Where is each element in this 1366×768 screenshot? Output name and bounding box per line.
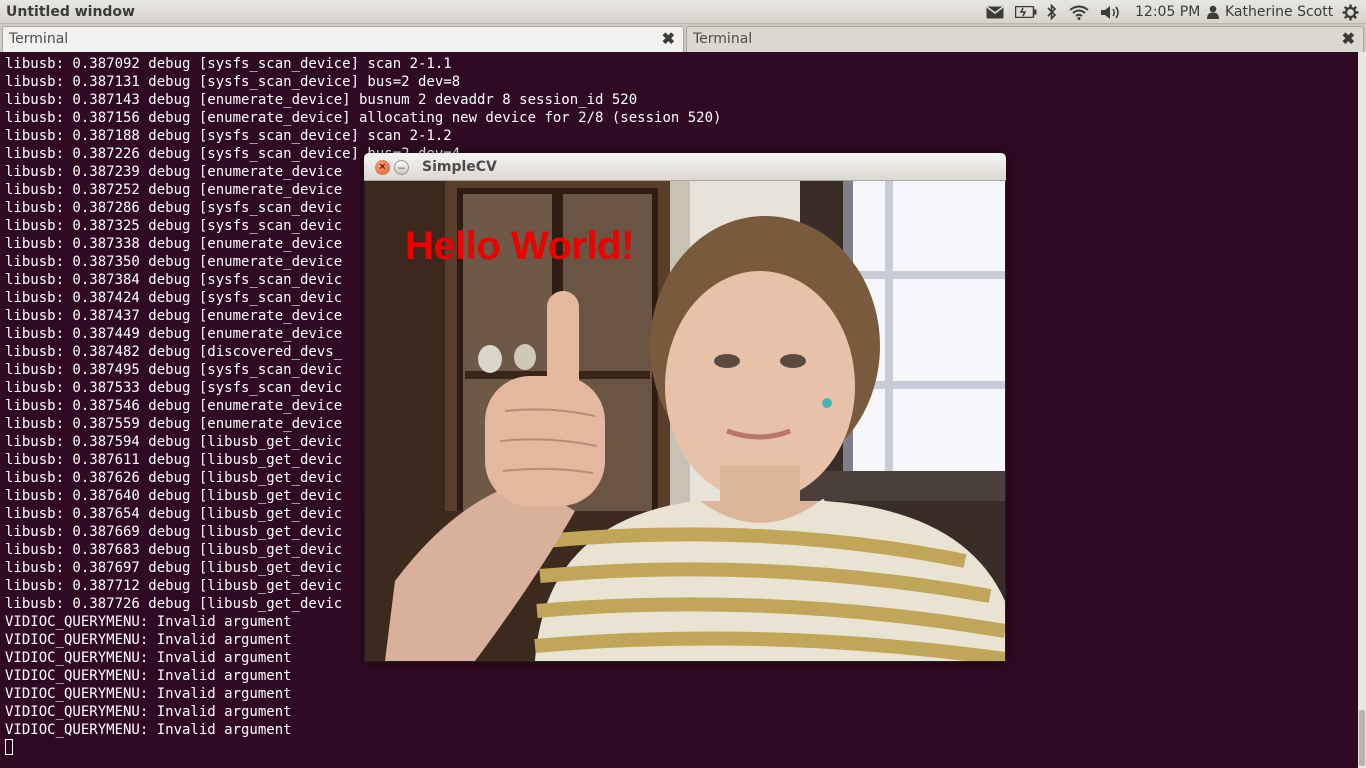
user-icon: [1206, 3, 1220, 21]
camera-frame: Hello World!: [365, 181, 1005, 661]
wifi-icon[interactable]: [1068, 3, 1090, 21]
close-icon[interactable]: ✖: [662, 29, 675, 49]
terminal-line: libusb: 0.387188 debug [sysfs_scan_devic…: [5, 128, 452, 144]
scrollbar[interactable]: [1358, 52, 1366, 768]
terminal-line: libusb: 0.387092 debug [sysfs_scan_devic…: [5, 56, 452, 72]
tab-label: Terminal: [9, 31, 69, 47]
user-menu[interactable]: Katherine Scott: [1225, 4, 1333, 20]
tab-terminal-1[interactable]: Terminal ✖: [2, 26, 684, 52]
cursor: [5, 739, 13, 755]
close-icon[interactable]: ✖: [1342, 29, 1355, 49]
window-title: Untitled window: [6, 4, 135, 20]
terminal-line: VIDIOC_QUERYMENU: Invalid argument: [5, 722, 292, 738]
terminal-line: libusb: 0.387131 debug [sysfs_scan_devic…: [5, 74, 461, 90]
volume-icon[interactable]: [1100, 3, 1122, 21]
gear-icon[interactable]: [1340, 3, 1360, 21]
terminal-line: VIDIOC_QUERYMENU: Invalid argument: [5, 704, 292, 720]
tab-label: Terminal: [693, 31, 753, 47]
minimize-icon[interactable]: –: [394, 160, 409, 175]
terminal-line: VIDIOC_QUERYMENU: Invalid argument: [5, 668, 292, 684]
simplecv-titlebar[interactable]: × – SimpleCV: [364, 153, 1006, 181]
close-icon[interactable]: ×: [375, 160, 390, 175]
top-panel: Untitled window 12:05 PM Katherine Scott: [0, 0, 1366, 24]
terminal-line: VIDIOC_QUERYMENU: Invalid argument: [5, 686, 292, 702]
battery-icon[interactable]: [1015, 3, 1037, 21]
clock[interactable]: 12:05 PM: [1135, 4, 1200, 20]
mail-icon[interactable]: [985, 3, 1005, 21]
tab-bar: Terminal ✖ Terminal ✖: [0, 24, 1366, 52]
terminal-line: libusb: 0.387143 debug [enumerate_device…: [5, 92, 638, 108]
terminal-line: libusb: 0.387156 debug [enumerate_device…: [5, 110, 722, 126]
tab-terminal-2[interactable]: Terminal ✖: [686, 26, 1364, 52]
simplecv-window: × – SimpleCV Hello World!: [364, 153, 1006, 662]
bluetooth-icon[interactable]: [1045, 3, 1059, 21]
simplecv-title: SimpleCV: [422, 159, 497, 175]
terminal-prompt[interactable]: [5, 739, 721, 757]
hello-world-overlay: Hello World!: [405, 224, 634, 268]
scrollbar-thumb[interactable]: [1359, 710, 1365, 766]
